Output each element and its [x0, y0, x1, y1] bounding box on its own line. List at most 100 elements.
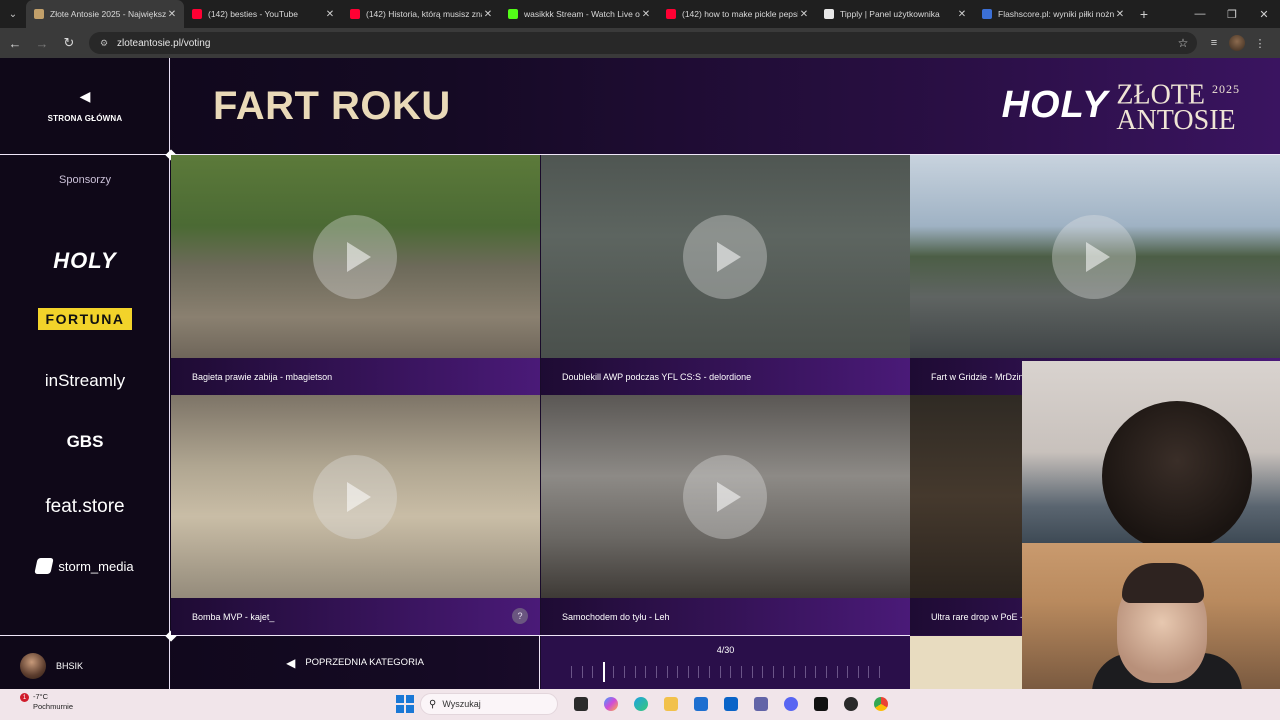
obs-icon[interactable] — [838, 693, 864, 715]
url-text[interactable]: zloteantosie.pl/voting — [117, 38, 1173, 49]
play-icon[interactable] — [313, 455, 397, 539]
progress-tick[interactable] — [624, 666, 626, 678]
browser-tab[interactable]: Tipply | Panel użytkownika ✕ — [816, 0, 974, 28]
start-button[interactable] — [394, 693, 416, 715]
play-icon[interactable] — [683, 215, 767, 299]
clip-card[interactable]: Samochodem do tyłu - Leh — [541, 395, 910, 635]
tab-close-icon[interactable]: ✕ — [640, 9, 652, 20]
weather-widget[interactable]: 1 -7°C Pochmurnie — [14, 692, 73, 712]
category-progress[interactable]: 4/30 — [541, 636, 910, 689]
task-view-icon[interactable] — [568, 693, 594, 715]
chrome-icon[interactable] — [868, 693, 894, 715]
reload-button[interactable]: ↻ — [57, 31, 81, 55]
progress-tick[interactable] — [698, 666, 700, 678]
tab-close-icon[interactable]: ✕ — [324, 9, 336, 20]
progress-tick[interactable] — [783, 666, 785, 678]
sponsor-fortuna-logo[interactable]: FORTUNA — [0, 308, 170, 330]
sponsor-gbs-logo[interactable]: GBS — [0, 432, 170, 452]
progress-tick[interactable] — [868, 666, 870, 678]
browser-tab[interactable]: (142) besties - YouTube ✕ — [184, 0, 342, 28]
browser-tab[interactable]: Flashscore.pl: wyniki piłki nożn ✕ — [974, 0, 1132, 28]
store-icon[interactable] — [688, 693, 714, 715]
tab-close-icon[interactable]: ✕ — [798, 9, 810, 20]
play-icon[interactable] — [683, 455, 767, 539]
more-menu-icon[interactable]: ⋮ — [1251, 34, 1269, 52]
user-avatar — [20, 653, 46, 679]
progress-ticks[interactable] — [571, 662, 881, 682]
progress-tick[interactable] — [581, 666, 583, 678]
site-info-icon[interactable]: ⚙ — [97, 36, 111, 50]
progress-tick[interactable] — [634, 666, 636, 678]
user-profile[interactable]: BHSIK — [20, 653, 83, 679]
browser-tab[interactable]: (142) Historia, którą musisz zna ✕ — [342, 0, 500, 28]
prev-category-button[interactable]: ◀ POPRZEDNIA KATEGORIA — [171, 636, 540, 689]
sponsor-stormmedia-logo[interactable]: storm_media — [0, 558, 170, 574]
sponsor-holy-logo[interactable]: HOLY — [0, 248, 170, 274]
progress-tick[interactable] — [847, 666, 849, 678]
clip-card[interactable]: Fart w Gridzie - MrDzinold — [910, 155, 1280, 395]
progress-tick[interactable] — [751, 666, 753, 678]
close-window-button[interactable]: ✕ — [1248, 0, 1280, 28]
profile-avatar[interactable] — [1229, 35, 1245, 51]
maximize-button[interactable]: ❐ — [1216, 0, 1248, 28]
browser-tab[interactable]: (142) how to make pickle pepsi ✕ — [658, 0, 816, 28]
capcut-icon[interactable] — [808, 693, 834, 715]
progress-tick[interactable] — [687, 666, 689, 678]
progress-tick[interactable] — [740, 666, 742, 678]
help-icon[interactable]: ? — [512, 608, 528, 624]
discord-icon[interactable] — [778, 693, 804, 715]
webcam-overlay — [1022, 361, 1280, 543]
progress-tick[interactable] — [804, 666, 806, 678]
clip-card[interactable]: Bomba MVP - kajet_ ? — [171, 395, 540, 635]
progress-tick[interactable] — [719, 666, 721, 678]
file-explorer-icon[interactable] — [658, 693, 684, 715]
progress-tick[interactable] — [772, 666, 774, 678]
clip-card[interactable]: Bagieta prawie zabija - mbagietson — [171, 155, 540, 395]
tab-close-icon[interactable]: ✕ — [166, 9, 178, 20]
clip-card[interactable]: Doublekill AWP podczas YFL CS:S - delord… — [541, 155, 910, 395]
browser-tab[interactable]: Złote Antosie 2025 - Największ ✕ — [26, 0, 184, 28]
tab-close-icon[interactable]: ✕ — [482, 9, 494, 20]
progress-tick[interactable] — [857, 666, 859, 678]
play-icon[interactable] — [1052, 215, 1136, 299]
media-controls-icon[interactable]: ≡ — [1205, 34, 1223, 52]
sponsor-instreamly-logo[interactable]: inStreamly — [0, 371, 170, 391]
address-bar[interactable]: ⚙ zloteantosie.pl/voting ☆ — [89, 32, 1197, 54]
tab-close-icon[interactable]: ✕ — [1114, 9, 1126, 20]
bookmark-star-icon[interactable]: ☆ — [1173, 36, 1193, 50]
progress-tick[interactable] — [645, 666, 647, 678]
tab-strip: Złote Antosie 2025 - Największ ✕ (142) bes… — [26, 0, 1132, 28]
back-button[interactable]: ← — [3, 31, 27, 55]
progress-tick[interactable] — [879, 666, 880, 678]
outlook-icon[interactable] — [718, 693, 744, 715]
progress-tick[interactable] — [836, 666, 838, 678]
progress-tick[interactable] — [730, 666, 732, 678]
minimize-button[interactable]: — — [1184, 0, 1216, 28]
teams-icon[interactable] — [748, 693, 774, 715]
taskbar-search-placeholder: Wyszukaj — [442, 699, 481, 709]
progress-tick[interactable] — [666, 666, 668, 678]
edge-icon[interactable] — [628, 693, 654, 715]
progress-tick[interactable] — [571, 666, 572, 678]
play-icon[interactable] — [313, 215, 397, 299]
progress-tick[interactable] — [592, 666, 594, 678]
new-tab-button[interactable]: + — [1132, 0, 1156, 28]
progress-tick[interactable] — [709, 666, 711, 678]
progress-tick[interactable] — [794, 666, 796, 678]
back-home-link[interactable]: ◀ STRONA GŁÓWNA — [0, 88, 170, 126]
tab-close-icon[interactable]: ✕ — [956, 9, 968, 20]
browser-tab[interactable]: wasikkk Stream - Watch Live o ✕ — [500, 0, 658, 28]
tab-search-button[interactable]: ⌄ — [0, 0, 26, 28]
progress-tick[interactable] — [825, 666, 827, 678]
progress-tick[interactable] — [762, 666, 764, 678]
progress-tick[interactable] — [655, 666, 657, 678]
forward-button[interactable]: → — [30, 31, 54, 55]
progress-tick[interactable] — [677, 666, 679, 678]
progress-tick[interactable] — [613, 666, 615, 678]
sponsor-featstore-logo[interactable]: feat.store — [0, 496, 170, 518]
progress-tick[interactable] — [815, 666, 817, 678]
progress-tick-current[interactable] — [602, 662, 605, 682]
progress-counter: 4/30 — [716, 645, 735, 655]
copilot-icon[interactable] — [598, 693, 624, 715]
taskbar-search[interactable]: ⚲ Wyszukaj — [420, 693, 558, 715]
